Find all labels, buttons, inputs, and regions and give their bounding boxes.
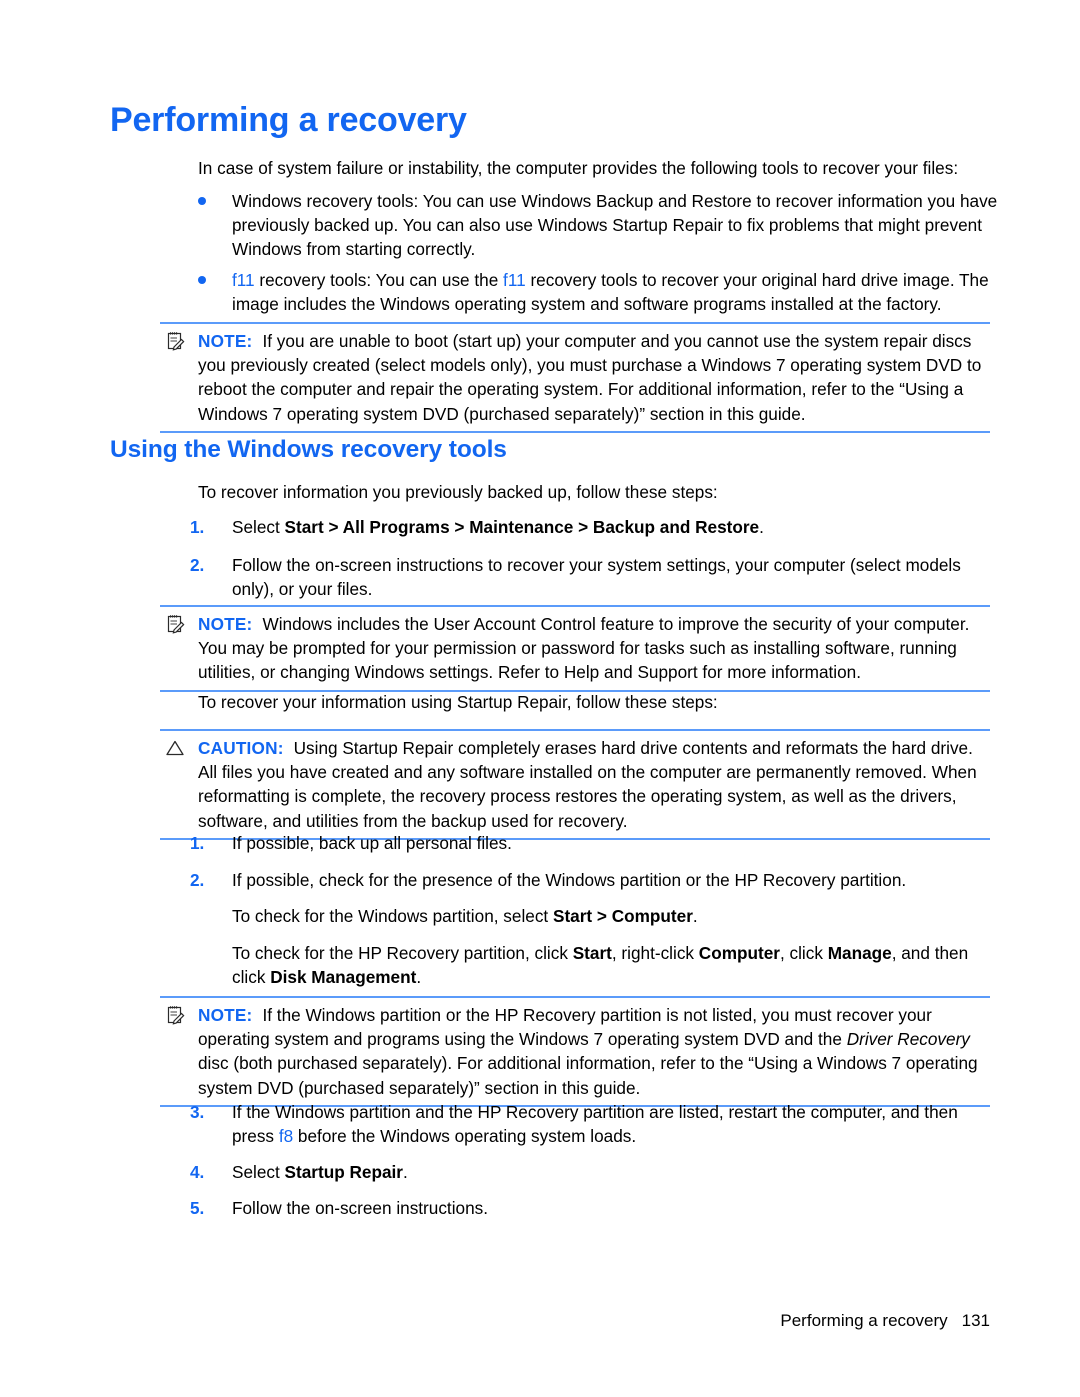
step-bold: Startup Repair (284, 1162, 403, 1182)
substep-bold-computer: Computer (698, 943, 780, 963)
section-heading: Using the Windows recovery tools (110, 436, 507, 463)
numbered-item-text: If possible, back up all personal files. (232, 833, 512, 853)
bullet-text: Windows recovery tools: You can use Wind… (232, 191, 998, 260)
bullet-item-f11-recovery-tools: f11 recovery tools: You can use the f11 … (198, 268, 998, 316)
substep-hp-recovery-partition: To check for the HP Recovery partition, … (232, 941, 998, 989)
substep-windows-partition: To check for the Windows partition, sele… (232, 904, 998, 928)
note-text-post: disc (both purchased separately). For ad… (198, 1053, 978, 1098)
intro-paragraph-2: To recover information you previously ba… (198, 482, 718, 502)
intro-paragraph: In case of system failure or instability… (198, 158, 959, 178)
numbered-item-b2: 2. If possible, check for the presence o… (190, 868, 1000, 892)
note-body: NOTE: If the Windows partition or the HP … (160, 1003, 990, 1100)
caution-block: CAUTION: Using Startup Repair completely … (160, 729, 990, 840)
bullet-text-a: recovery tools: You can use the (254, 270, 504, 290)
f11-key-lead: f11 (232, 270, 255, 290)
document-page: Performing a recovery In case of system … (0, 0, 1080, 1397)
numbered-item-text: If the Windows partition and the HP Reco… (232, 1100, 1000, 1148)
list-marker: 2. (190, 555, 205, 575)
numbered-item-c3: 3. If the Windows partition and the HP R… (190, 1100, 1000, 1148)
step-post: . (402, 1162, 408, 1182)
list-marker: 4. (190, 1162, 205, 1182)
bullet-dot-icon (198, 276, 206, 284)
substep-mid-2: , click (779, 943, 828, 963)
list-marker: 2. (190, 870, 205, 890)
caution-rule-top (160, 729, 990, 731)
bullet-dot-icon (198, 197, 206, 205)
numbered-item-a1: 1. Select Start > All Programs > Mainten… (190, 515, 1000, 539)
substep-pre: To check for the Windows partition, sele… (232, 906, 553, 926)
note-text: If you are unable to boot (start up) you… (198, 331, 982, 424)
numbered-item-c5: 5. Follow the on-screen instructions. (190, 1196, 1000, 1220)
note-block-1: NOTE: If you are unable to boot (start up… (160, 322, 990, 433)
note-text-pre: If the Windows partition or the HP Recov… (198, 1005, 932, 1050)
f11-key-inline: f11 (503, 270, 526, 290)
caution-body: CAUTION: Using Startup Repair completely … (160, 736, 990, 833)
step-pre: Select (232, 517, 285, 537)
f8-key-inline: f8 (278, 1126, 294, 1147)
substep-bold-disk-management: Disk Management (270, 967, 417, 988)
list-marker: 1. (190, 517, 205, 537)
substep-bold-start: Start (572, 943, 612, 963)
note-block-2: NOTE: Windows includes the User Account C… (160, 605, 990, 692)
bullet-item-windows-recovery-tools: Windows recovery tools: You can use Wind… (198, 189, 998, 262)
page-title: Performing a recovery (110, 101, 467, 139)
warning-triangle-icon (166, 740, 184, 756)
substep-post: . (692, 906, 698, 926)
substep-mid-1: , right-click (611, 943, 699, 963)
numbered-item-text: Select Startup Repair. (232, 1160, 1000, 1184)
substep-pre: To check for the HP Recovery partition, … (232, 943, 573, 963)
page-footer: Performing a recovery 131 (0, 1311, 990, 1331)
note-text: Windows includes the User Account Contro… (198, 614, 970, 683)
substep-bold: Start > Computer (552, 906, 693, 926)
note-body: NOTE: Windows includes the User Account C… (160, 612, 990, 685)
numbered-item-c4: 4. Select Startup Repair. (190, 1160, 1000, 1184)
caution-text: Using Startup Repair completely erases h… (198, 738, 977, 831)
list-marker: 1. (190, 833, 205, 853)
note-body: NOTE: If you are unable to boot (start up… (160, 329, 990, 426)
note-rule-top (160, 322, 990, 324)
note-block-3: NOTE: If the Windows partition or the HP … (160, 996, 990, 1107)
numbered-item-text: Select Start > All Programs > Maintenanc… (232, 515, 1000, 539)
step-post: . (759, 517, 764, 537)
note-rule-top (160, 605, 990, 607)
substep-bold-manage: Manage (827, 943, 892, 963)
numbered-item-a2: 2. Follow the on-screen instructions to … (190, 553, 1000, 601)
intro-paragraph-3: To recover your information using Startu… (198, 692, 718, 712)
note-icon (167, 332, 185, 351)
numbered-item-text: If possible, check for the presence of t… (232, 870, 907, 890)
note-icon (167, 615, 185, 634)
numbered-item-text: Follow the on-screen instructions to rec… (232, 555, 961, 600)
numbered-item-text: Follow the on-screen instructions. (232, 1198, 489, 1218)
step-pre: Select (232, 1162, 285, 1182)
note-label: NOTE: (198, 331, 253, 351)
note-rule-bottom (160, 430, 990, 433)
list-marker: 5. (190, 1198, 205, 1218)
note-label: NOTE: (198, 614, 253, 634)
step-post: before the Windows operating system load… (293, 1126, 637, 1147)
note-rule-top (160, 996, 990, 998)
note-label: NOTE: (198, 1005, 253, 1025)
footer-title: Performing a recovery (780, 1311, 948, 1330)
list-marker: 3. (190, 1102, 205, 1122)
numbered-item-b1: 1. If possible, back up all personal fil… (190, 831, 1000, 855)
footer-page-number: 131 (961, 1311, 990, 1330)
caution-label: CAUTION: (198, 738, 284, 758)
step-bold: Start > All Programs > Maintenance > Bac… (284, 517, 760, 537)
substep-post: . (416, 967, 422, 988)
note-text-italic: Driver Recovery (846, 1029, 970, 1050)
note-icon (167, 1006, 185, 1025)
bullet-text: f11 recovery tools: You can use the f11 … (232, 268, 998, 316)
